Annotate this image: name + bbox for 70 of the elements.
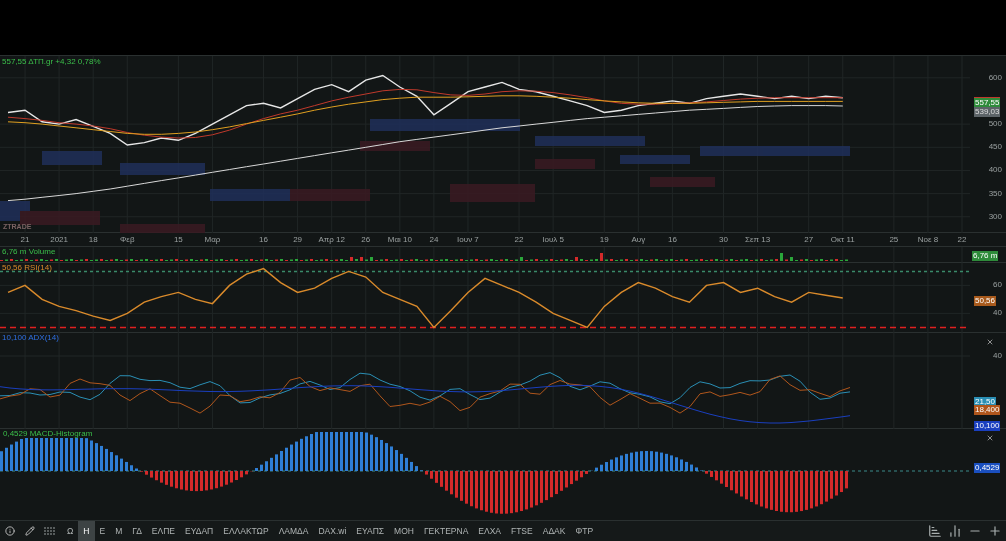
symbol-tab[interactable]: ΑΔΑΚ: [537, 521, 571, 541]
axis-label: Μαι 10: [387, 236, 412, 244]
axis-label: 30: [719, 236, 728, 244]
axis-label: Ιουλ 5: [542, 236, 564, 244]
rsi-value-tag: 50,56: [974, 296, 997, 306]
bar-chart-icon[interactable]: [948, 524, 962, 538]
axis-label: Φεβ: [119, 236, 135, 244]
axis-label: Νοε 8: [917, 236, 939, 244]
symbol-tab[interactable]: ΦΤΡ: [570, 521, 599, 541]
axis-label: 22: [514, 236, 524, 244]
axis-label: 60: [993, 281, 1002, 290]
panel-title: 6,76 m Volume: [2, 248, 56, 256]
axis-label: 400: [988, 166, 1002, 175]
symbol-tab[interactable]: ΕΛΛΑΚΤΩΡ: [218, 521, 274, 541]
axis-label: 21: [20, 236, 30, 244]
axis-label: 18: [88, 236, 98, 244]
close-icon[interactable]: [986, 338, 994, 346]
pencil-icon: [25, 526, 35, 536]
axis-label: 16: [667, 236, 677, 244]
axis-label: 26: [361, 236, 371, 244]
close-icon[interactable]: [986, 434, 994, 442]
axis-label: 15: [173, 236, 183, 244]
volume-tag: 6,76 m: [972, 251, 999, 261]
average-value-tag: 539,03: [974, 107, 1001, 117]
axis-label: 40: [993, 352, 1002, 360]
axis-label: 22: [957, 236, 967, 244]
symbol-tab[interactable]: ΓΔ: [127, 521, 147, 541]
axis-label: Απρ 12: [318, 236, 345, 244]
axis-label: Οκτ 11: [830, 236, 855, 244]
axis-label: 2021: [50, 236, 68, 244]
axis-label: Σεπ 13: [745, 236, 771, 244]
axis-label: 600: [988, 73, 1002, 82]
axis-label: 19: [599, 236, 609, 244]
symbol-tab[interactable]: Ε: [94, 521, 111, 541]
macd-value-tag: 0,4529: [974, 463, 1001, 473]
symbol-tab[interactable]: ΕΛΠΕ: [146, 521, 180, 541]
symbol-tab[interactable]: ΛΑΜΔΑ: [273, 521, 314, 541]
symbol-tab[interactable]: Μ: [110, 521, 128, 541]
info-icon: [5, 526, 15, 536]
axis-label: 300: [988, 212, 1002, 221]
axis-label: 500: [988, 120, 1002, 129]
axis-label: Ιουν 7: [457, 236, 479, 244]
axis-label: Αυγ: [631, 236, 646, 244]
axis-label: Μαρ: [204, 236, 221, 244]
symbol-tab[interactable]: Η: [78, 521, 95, 541]
panel-title: 10,100 ADX(14): [2, 334, 59, 342]
symbol-tab[interactable]: ΓΕΚΤΕΡΝΑ: [418, 521, 474, 541]
adx-value-tag: 18,400: [974, 405, 1001, 415]
lines-icon: [44, 527, 56, 535]
axis-label: 40: [993, 309, 1002, 318]
panel-title: 50,56 RSI(14): [2, 264, 52, 272]
symbol-tab[interactable]: ΕΥΔΑΠ: [180, 521, 219, 541]
axis-label: 450: [988, 143, 1002, 152]
zoom-in-icon[interactable]: [988, 524, 1002, 538]
symbol-tab[interactable]: DAX.wi: [313, 521, 352, 541]
symbol-tab[interactable]: FTSE: [506, 521, 538, 541]
symbol-tab[interactable]: ΜΟΗ: [389, 521, 419, 541]
symbol-tab[interactable]: ΕΛΧΑ: [473, 521, 506, 541]
axis-label: 29: [293, 236, 303, 244]
quote-text: 557,55 ΔΤΠ.gr +4,32 0,78%: [2, 58, 101, 66]
axis-label: 16: [259, 236, 268, 244]
panel-title: 0,4529 MACD-Histogram: [2, 430, 94, 438]
axis-label: 350: [988, 189, 1002, 198]
axis-label: 25: [889, 236, 899, 244]
symbol-tab[interactable]: ΕΥΑΠΣ: [351, 521, 390, 541]
axis-label: 24: [429, 236, 439, 244]
chart-icon[interactable]: [928, 524, 942, 538]
axis-label: 27: [804, 236, 814, 244]
symbol-tab[interactable]: Ω: [62, 521, 79, 541]
adx-value-tag: 10,100: [974, 421, 1001, 431]
